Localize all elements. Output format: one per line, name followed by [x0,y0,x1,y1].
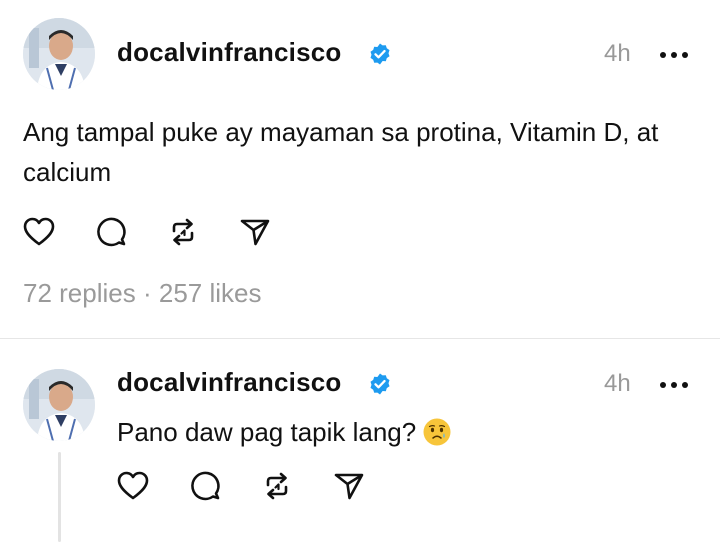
avatar[interactable] [23,18,95,90]
reply-actions [117,470,405,502]
avatar[interactable] [23,369,95,441]
comment-icon [191,471,220,501]
verified-badge-icon [370,373,390,395]
comment-button[interactable] [95,216,127,248]
post-text: Ang tampal puke ay mayaman sa protina, V… [23,117,659,187]
post-actions [23,216,311,248]
post-stats: 72 replies · 257 likes [23,278,262,309]
sad-relieved-face-emoji [423,418,451,446]
repost-button[interactable] [167,216,199,248]
repost-icon [266,472,288,500]
heart-icon [23,217,55,246]
more-options-icon[interactable] [658,50,690,60]
repost-button[interactable] [261,470,293,502]
replies-count[interactable]: 72 replies [23,278,136,308]
stats-separator: · [142,278,152,308]
share-button[interactable] [239,216,271,248]
send-icon [240,219,270,246]
comment-button[interactable] [189,470,221,502]
send-icon [334,473,364,500]
reply-post: docalvinfrancisco 4h Pano daw pag tapik … [0,339,720,542]
thread-line [58,452,61,542]
comment-icon [97,217,126,247]
username[interactable]: docalvinfrancisco [117,367,341,398]
like-button[interactable] [117,470,149,502]
share-button[interactable] [333,470,365,502]
repost-icon [172,218,194,246]
username[interactable]: docalvinfrancisco [117,37,341,68]
reply-text: Pano daw pag tapik lang? [117,412,677,452]
post-time: 4h [604,40,631,67]
reply-text-content: Pano daw pag tapik lang? [117,417,417,447]
main-post: docalvinfrancisco 4h Ang tampal puke ay … [0,0,720,338]
like-button[interactable] [23,216,55,248]
more-options-icon[interactable] [658,380,690,390]
heart-icon [117,471,149,500]
reply-time: 4h [604,370,631,397]
verified-badge-icon [370,43,390,65]
likes-count[interactable]: 257 likes [159,278,262,308]
